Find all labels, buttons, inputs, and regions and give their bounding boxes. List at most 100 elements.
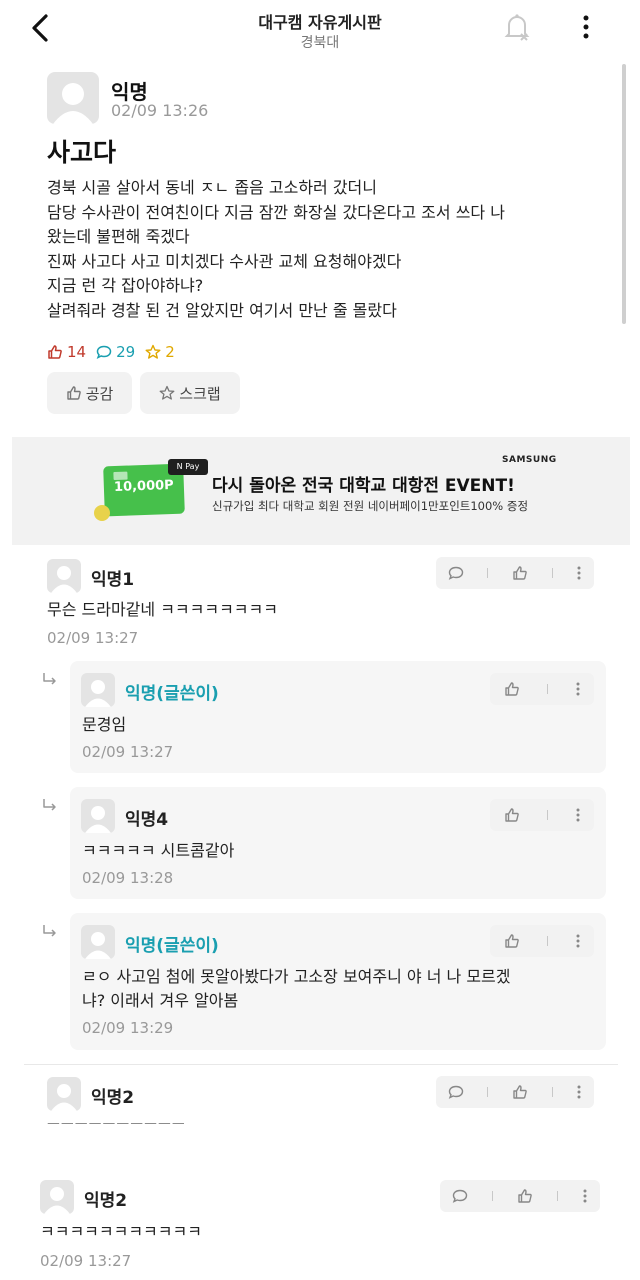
thumbs-up-icon[interactable] bbox=[504, 933, 520, 949]
comment-count: 29 bbox=[96, 343, 135, 361]
kebab-menu-icon[interactable] bbox=[576, 565, 582, 581]
reply-icon[interactable] bbox=[452, 1188, 468, 1204]
more-options-button[interactable] bbox=[574, 12, 598, 42]
ad-description: 신규가입 최다 대학교 회원 전원 네이버페이1만포인트100% 증정 bbox=[212, 499, 529, 513]
comment-author-writer: 익명(글쓴이) bbox=[125, 936, 219, 956]
comment-timestamp: 02/09 13:28 bbox=[82, 869, 174, 887]
comment-text-line: 냐? 이래서 겨우 알아봄 bbox=[82, 991, 239, 1010]
thumbs-up-icon[interactable] bbox=[517, 1188, 533, 1204]
scrap-button-label: 스크랩 bbox=[179, 384, 221, 403]
divider bbox=[492, 1191, 493, 1201]
comment-actions bbox=[490, 799, 594, 831]
bell-off-icon bbox=[504, 14, 530, 41]
speech-bubble-icon bbox=[96, 345, 112, 359]
thumbs-up-icon[interactable] bbox=[504, 807, 520, 823]
board-title: 대구캠 자유게시판 bbox=[258, 13, 382, 32]
star-icon bbox=[145, 344, 161, 359]
reply-arrow-icon bbox=[43, 673, 56, 685]
coin-icon bbox=[94, 505, 110, 521]
reply-comment: 익명(글쓴이) ㄹㅇ 사고임 첨에 못알아봤다가 고소장 보여주니 야 너 나 … bbox=[70, 913, 606, 1050]
reply-comment: 익명(글쓴이) 문경임 02/09 13:27 bbox=[70, 661, 606, 773]
app-header: 대구캠 자유게시판 경북대 bbox=[0, 0, 640, 60]
comment-timestamp: 02/09 13:27 bbox=[47, 629, 139, 647]
comment-avatar bbox=[81, 799, 115, 833]
comment-text: 무슨 드라마같네 ㅋㅋㅋㅋㅋㅋㅋㅋ bbox=[47, 600, 278, 619]
scrollbar[interactable] bbox=[622, 64, 626, 324]
post-body-line: 지금 런 각 잡아야하냐? bbox=[47, 276, 204, 295]
post-stats: 14 29 2 bbox=[47, 341, 185, 363]
user-silhouette-icon bbox=[85, 680, 111, 707]
divider bbox=[487, 1087, 489, 1097]
reply-arrow-icon bbox=[43, 925, 56, 937]
star-icon bbox=[159, 385, 175, 400]
kebab-menu-icon[interactable] bbox=[576, 1084, 582, 1100]
thumbs-up-icon[interactable] bbox=[504, 681, 520, 697]
comment-timestamp: 02/09 13:27 bbox=[40, 1252, 132, 1270]
comment-avatar bbox=[81, 673, 115, 707]
board-school: 경북대 bbox=[300, 35, 340, 51]
scrap-count: 2 bbox=[145, 343, 175, 361]
divider bbox=[24, 1064, 618, 1065]
thumbs-up-icon[interactable] bbox=[512, 1084, 528, 1100]
post-body: 경북 시골 살아서 동네 ㅈㄴ 좁음 고소하러 갔더니 담당 수사관이 전여친이… bbox=[47, 176, 607, 323]
post-timestamp: 02/09 13:26 bbox=[111, 101, 209, 120]
kebab-menu-icon[interactable] bbox=[575, 807, 581, 823]
ad-title: 다시 돌아온 전국 대학교 대항전 EVENT! bbox=[212, 476, 515, 496]
post-body-line: 살려줘라 경찰 된 건 알았지만 여기서 만난 줄 몰랐다 bbox=[47, 300, 397, 320]
divider bbox=[557, 1191, 558, 1201]
comment-actions bbox=[436, 1076, 594, 1108]
comment-text-line: ㄹㅇ 사고임 첨에 못알아봤다가 고소장 보여주니 야 너 나 모르겠 bbox=[82, 967, 511, 986]
comment-author: 익명2 bbox=[84, 1191, 128, 1211]
like-button-label: 공감 bbox=[85, 384, 114, 403]
post-title: 사고다 bbox=[47, 138, 117, 167]
reply-comment: 익명4 ㅋㅋㅋㅋㅋ 시트콤같아 02/09 13:28 bbox=[70, 787, 606, 899]
divider bbox=[546, 684, 548, 694]
post-body-line: 경북 시골 살아서 동네 ㅈㄴ 좁음 고소하러 갔더니 bbox=[47, 178, 378, 197]
comment-timestamp: 02/09 13:27 bbox=[82, 743, 174, 761]
notification-toggle-button[interactable] bbox=[500, 10, 534, 44]
reply-icon[interactable] bbox=[448, 1084, 464, 1100]
scrap-button[interactable]: 스크랩 bbox=[140, 372, 240, 414]
user-silhouette-icon bbox=[53, 83, 93, 124]
user-silhouette-icon bbox=[44, 1187, 70, 1214]
npay-badge: N Pay bbox=[168, 459, 208, 475]
post-body-line: 담당 수사관이 전여친이다 지금 잠깐 화장실 갔다온다고 조서 쓰다 나 bbox=[47, 202, 505, 222]
comment-actions bbox=[490, 925, 594, 957]
comment-actions bbox=[436, 557, 594, 589]
kebab-menu-icon[interactable] bbox=[582, 1188, 588, 1204]
comment-text: 문경임 bbox=[82, 715, 127, 734]
like-button[interactable]: 공감 bbox=[47, 372, 132, 414]
divider bbox=[551, 568, 553, 578]
divider bbox=[551, 1087, 553, 1097]
thumbs-up-icon[interactable] bbox=[512, 565, 528, 581]
comment-timestamp: 02/09 13:29 bbox=[82, 1019, 174, 1037]
comment-author: 익명2 bbox=[91, 1088, 135, 1108]
comment-author: 익명1 bbox=[91, 570, 135, 590]
comment-actions bbox=[490, 673, 594, 705]
thumbs-up-icon bbox=[48, 345, 62, 359]
comment-avatar bbox=[81, 925, 115, 959]
comment-text: ㅡㅡㅡㅡㅡㅡㅡㅡㅡㅡ bbox=[47, 1117, 186, 1133]
post-body-line: 왔는데 불편해 죽겠다 bbox=[47, 227, 190, 246]
divider bbox=[546, 936, 548, 946]
user-silhouette-icon bbox=[51, 566, 77, 593]
post-body-line: 진짜 사고다 사고 미치겠다 수사관 교체 요청해야겠다 bbox=[47, 251, 402, 271]
reply-icon[interactable] bbox=[448, 565, 464, 581]
user-silhouette-icon bbox=[85, 806, 111, 833]
kebab-menu-icon[interactable] bbox=[575, 681, 581, 697]
ad-brand-logo: SAMSUNG bbox=[502, 455, 557, 465]
comment-text: ㅋㅋㅋㅋㅋㅋㅋㅋㅋㅋㅋ bbox=[40, 1222, 202, 1241]
comment-actions bbox=[440, 1180, 600, 1212]
divider bbox=[546, 810, 548, 820]
comment-avatar bbox=[40, 1180, 74, 1214]
comment-text: ㄹㅇ 사고임 첨에 못알아봤다가 고소장 보여주니 야 너 나 모르겠 냐? 이… bbox=[82, 965, 511, 1013]
reply-arrow-icon bbox=[43, 799, 56, 811]
comment-author: 익명4 bbox=[125, 810, 169, 830]
post-author-avatar bbox=[47, 72, 99, 124]
user-silhouette-icon bbox=[51, 1084, 77, 1111]
kebab-menu-icon[interactable] bbox=[575, 933, 581, 949]
thumbs-up-icon bbox=[66, 386, 81, 400]
divider bbox=[487, 568, 489, 578]
ad-banner[interactable]: 10,000P N Pay SAMSUNG 다시 돌아온 전국 대학교 대항전 … bbox=[12, 437, 630, 545]
user-silhouette-icon bbox=[85, 932, 111, 959]
